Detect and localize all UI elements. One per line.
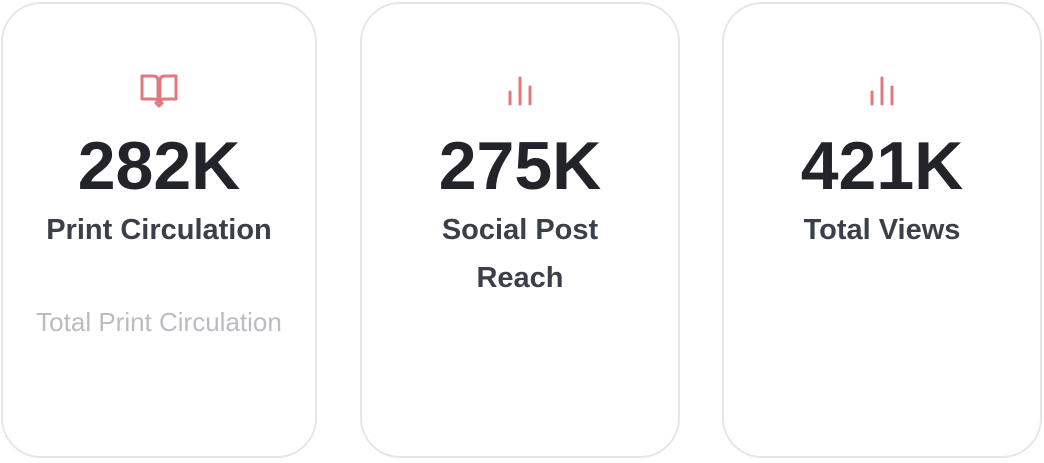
book-open-icon — [140, 74, 178, 108]
stat-description: Total Print Circulation — [36, 307, 282, 337]
stat-label: Print Circulation — [46, 214, 272, 246]
stat-label: Social Post Reach — [441, 214, 599, 294]
stat-card-total-views: 421K Total Views — [722, 2, 1042, 458]
bar-chart-icon — [870, 76, 894, 106]
bar-chart-icon — [508, 76, 532, 106]
stat-card-print-circulation: 282K Print Circulation Total Print Circu… — [1, 2, 317, 458]
stat-card-social-post-reach: 275K Social Post Reach — [360, 2, 680, 458]
stat-value: 275K — [438, 128, 602, 204]
stats-cards-row: 282K Print Circulation Total Print Circu… — [0, 0, 1044, 463]
stat-label: Total Views — [803, 214, 961, 246]
stat-value: 421K — [800, 128, 964, 204]
stat-value: 282K — [77, 128, 241, 204]
